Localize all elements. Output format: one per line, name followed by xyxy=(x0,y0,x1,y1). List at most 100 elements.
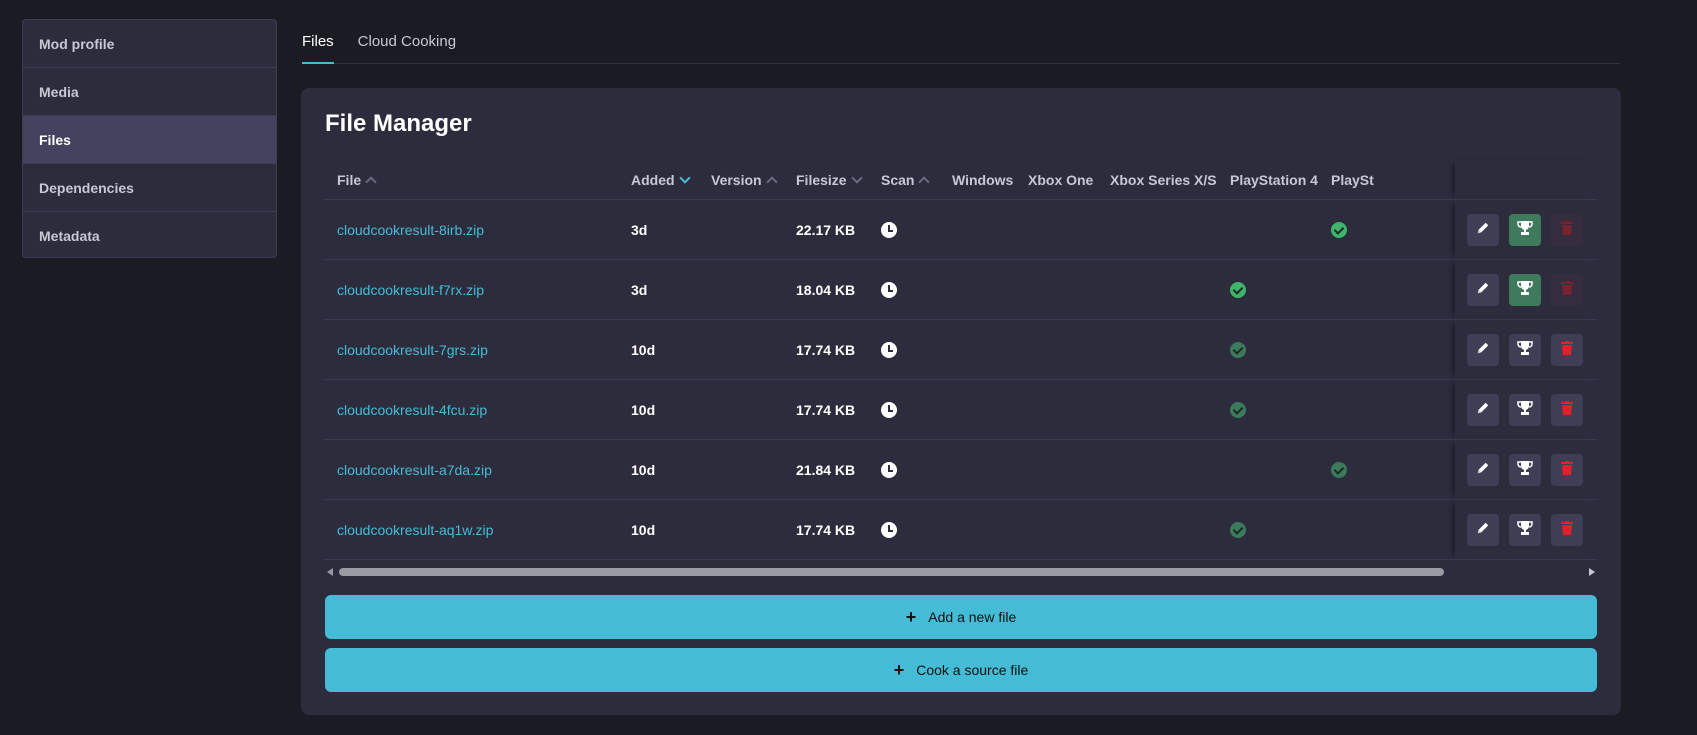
sidebar-item-media[interactable]: Media xyxy=(23,68,276,116)
trophy-button[interactable] xyxy=(1509,394,1541,426)
ps4-status xyxy=(1230,380,1246,439)
scan-status xyxy=(881,380,897,439)
ps4-status xyxy=(1230,320,1246,379)
file-link[interactable]: cloudcookresult-8irb.zip xyxy=(337,200,484,259)
trophy-icon xyxy=(1517,400,1533,421)
pencil-icon xyxy=(1476,281,1490,300)
filesize-value: 17.74 KB xyxy=(796,401,856,418)
sort-down-icon xyxy=(850,171,863,184)
column-header-label: Filesize xyxy=(796,171,847,188)
trophy-button[interactable] xyxy=(1509,274,1541,306)
delete-button[interactable] xyxy=(1551,334,1583,366)
delete-button[interactable] xyxy=(1551,274,1583,306)
sort-up-icon xyxy=(365,175,377,188)
sidebar-item-mod-profile[interactable]: Mod profile xyxy=(23,20,276,68)
trophy-button[interactable] xyxy=(1509,454,1541,486)
trash-icon xyxy=(1561,400,1573,420)
column-header-label: Version xyxy=(711,171,762,188)
table-row: cloudcookresult-a7da.zip 10d 21.84 KB xyxy=(325,440,1597,500)
plus-icon: + xyxy=(893,660,905,680)
filesize-value: 17.74 KB xyxy=(796,521,856,538)
ps5-status xyxy=(1331,440,1347,499)
sidebar: Mod profile Media Files Dependencies Metadat… xyxy=(22,19,277,258)
trash-icon xyxy=(1561,520,1573,540)
sort-down-icon xyxy=(678,171,691,184)
table-header: File Added Version Filesize Scan Windows… xyxy=(325,160,1597,200)
trophy-icon xyxy=(1517,280,1533,301)
ps5-status xyxy=(1331,200,1347,259)
scroll-left-arrow-icon[interactable] xyxy=(327,568,333,576)
check-circle-icon xyxy=(1331,221,1347,238)
sort-up-icon xyxy=(765,175,778,188)
file-manager-card: File Manager File Added Version Filesize… xyxy=(301,88,1621,715)
added-value: 3d xyxy=(631,221,648,238)
page-title: File Manager xyxy=(325,110,472,137)
sidebar-item-label: Mod profile xyxy=(39,35,115,52)
trash-icon xyxy=(1561,280,1573,300)
column-header-added[interactable]: Added xyxy=(631,160,691,199)
sidebar-item-files[interactable]: Files xyxy=(23,116,276,164)
filesize-value: 18.04 KB xyxy=(796,281,856,298)
file-link[interactable]: cloudcookresult-a7da.zip xyxy=(337,440,492,499)
sidebar-item-dependencies[interactable]: Dependencies xyxy=(23,164,276,212)
column-header-label: Added xyxy=(631,171,675,188)
button-label: Cook a source file xyxy=(916,662,1029,678)
delete-button[interactable] xyxy=(1551,214,1583,246)
scrollbar-track[interactable] xyxy=(339,568,1583,576)
add-new-file-button[interactable]: + Add a new file xyxy=(325,595,1597,639)
added-value: 10d xyxy=(631,521,656,538)
edit-button[interactable] xyxy=(1467,334,1499,366)
ps4-status xyxy=(1230,500,1246,559)
edit-button[interactable] xyxy=(1467,514,1499,546)
column-header-label: Scan xyxy=(881,171,915,188)
edit-button[interactable] xyxy=(1467,274,1499,306)
scrollbar-thumb[interactable] xyxy=(339,568,1444,576)
added-value: 10d xyxy=(631,401,656,418)
trophy-icon xyxy=(1517,220,1533,241)
trophy-button[interactable] xyxy=(1509,334,1541,366)
added-value: 10d xyxy=(631,341,656,358)
column-header-filesize[interactable]: Filesize xyxy=(796,160,863,199)
pencil-icon xyxy=(1476,401,1490,420)
tab-files[interactable]: Files xyxy=(302,20,334,64)
file-link[interactable]: cloudcookresult-4fcu.zip xyxy=(337,380,487,439)
delete-button[interactable] xyxy=(1551,514,1583,546)
check-circle-icon xyxy=(1230,401,1246,418)
filesize-value: 21.84 KB xyxy=(796,461,856,478)
scroll-right-arrow-icon[interactable] xyxy=(1589,568,1595,576)
edit-button[interactable] xyxy=(1467,454,1499,486)
row-actions xyxy=(1455,260,1597,319)
file-link[interactable]: cloudcookresult-aq1w.zip xyxy=(337,500,493,559)
scan-status xyxy=(881,440,897,499)
edit-button[interactable] xyxy=(1467,214,1499,246)
trophy-button[interactable] xyxy=(1509,514,1541,546)
column-header-label: File xyxy=(337,171,362,188)
trash-icon xyxy=(1561,220,1573,240)
file-link[interactable]: cloudcookresult-7grs.zip xyxy=(337,320,488,379)
plus-icon: + xyxy=(905,607,917,627)
scan-status xyxy=(881,260,897,319)
column-header-version[interactable]: Version xyxy=(711,160,778,199)
delete-button[interactable] xyxy=(1551,454,1583,486)
edit-button[interactable] xyxy=(1467,394,1499,426)
horizontal-scrollbar[interactable] xyxy=(325,564,1597,578)
delete-button[interactable] xyxy=(1551,394,1583,426)
clock-icon xyxy=(881,281,897,298)
added-value: 10d xyxy=(631,461,656,478)
scan-status xyxy=(881,500,897,559)
column-header-file[interactable]: File xyxy=(337,160,377,199)
file-link[interactable]: cloudcookresult-f7rx.zip xyxy=(337,260,484,319)
trophy-button[interactable] xyxy=(1509,214,1541,246)
pencil-icon xyxy=(1476,521,1490,540)
row-actions xyxy=(1455,320,1597,379)
cook-source-file-button[interactable]: + Cook a source file xyxy=(325,648,1597,692)
trophy-icon xyxy=(1517,520,1533,541)
pencil-icon xyxy=(1476,461,1490,480)
trash-icon xyxy=(1561,460,1573,480)
pencil-icon xyxy=(1476,221,1490,240)
files-table: File Added Version Filesize Scan Windows… xyxy=(325,160,1597,570)
tab-cloud-cooking[interactable]: Cloud Cooking xyxy=(358,20,456,64)
column-header-scan[interactable]: Scan xyxy=(881,160,931,199)
sidebar-item-metadata[interactable]: Metadata xyxy=(23,212,276,257)
sidebar-item-label: Dependencies xyxy=(39,179,134,196)
